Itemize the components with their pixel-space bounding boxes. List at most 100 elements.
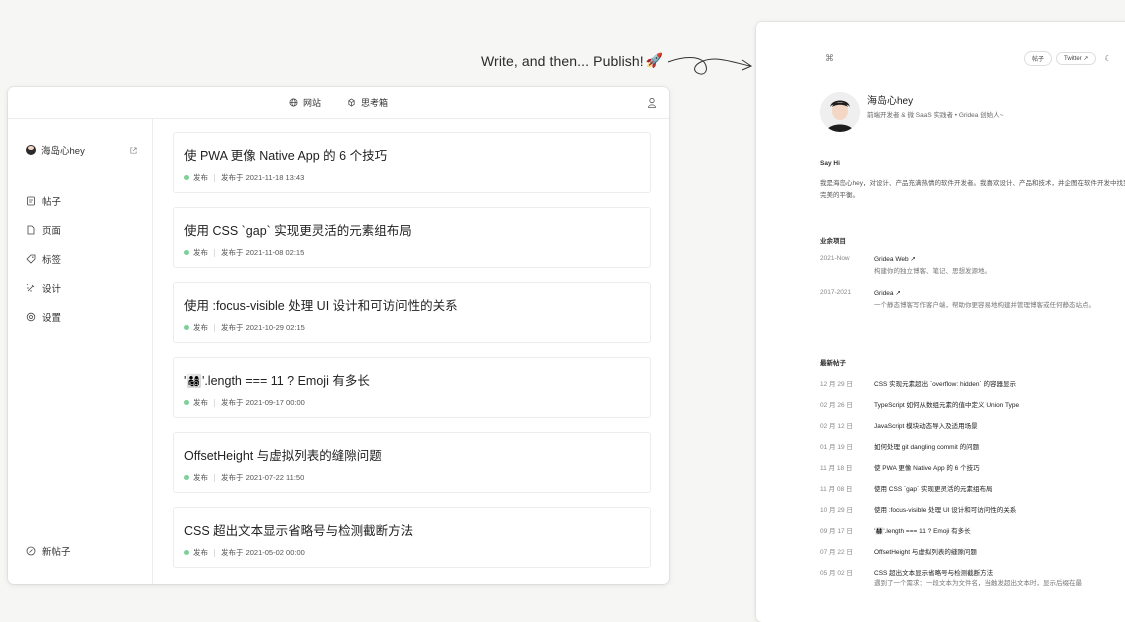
website-label: 网站 — [302, 98, 321, 108]
admin-sidebar: 海岛心hey 帖子 页面 标签 设计 设置 新帖子 — [8, 119, 153, 584]
thinking-box-link[interactable]: 思考箱 — [347, 96, 388, 109]
sidebar-item-label: 标签 — [42, 254, 62, 266]
sidebar-item-label: 设置 — [42, 312, 62, 324]
status-badge: 发布 — [193, 398, 208, 407]
post-date: 发布于 2021-07-22 11:50 — [221, 473, 305, 482]
page-icon — [27, 225, 35, 234]
post-card[interactable]: CSS 超出文本显示省略号与检测截断方法 发布 发布于 2021-05-02 0… — [173, 507, 651, 568]
latest-post-title: OffsetHeight 与虚拟列表的缝隙问题 — [874, 549, 977, 556]
project-desc: 一个静态博客写作客户端，帮助你更容易地构建并管理博客或任何静态站点。 — [874, 302, 1095, 309]
say-hi-heading: Say Hi — [820, 160, 840, 167]
post-date: 发布于 2021-05-02 00:00 — [221, 548, 305, 557]
post-card[interactable]: 使用 CSS `gap` 实现更灵活的元素组布局 发布 发布于 2021-11-… — [173, 207, 651, 268]
admin-window: 网站 思考箱 海岛心hey 帖子 页面 标签 设计 设置 新帖子 使 PWA 更… — [8, 87, 669, 584]
status-badge: 发布 — [193, 173, 208, 182]
latest-post-title: 使 PWA 更像 Native App 的 6 个技巧 — [874, 465, 980, 472]
new-post-label: 新帖子 — [42, 547, 71, 558]
status-badge: 发布 — [193, 473, 208, 482]
post-meta: 发布 发布于 2021-05-02 00:00 — [184, 547, 305, 558]
latest-post-item[interactable]: 07 月 22 日 OffsetHeight 与虚拟列表的缝隙问题 — [820, 546, 1125, 558]
sidebar-item-label: 页面 — [42, 225, 62, 237]
latest-post-date: 05 月 02 日 — [820, 570, 853, 577]
post-meta: 发布 发布于 2021-07-22 11:50 — [184, 472, 304, 483]
design-icon — [26, 283, 35, 292]
post-date: 发布于 2021-10-29 02:15 — [221, 323, 305, 332]
latest-post-item[interactable]: 11 月 08 日 使用 CSS `gap` 实现更灵活的元素组布局 — [820, 483, 1125, 495]
latest-post-date: 07 月 22 日 — [820, 549, 853, 556]
nav-twitter[interactable]: Twitter ↗ — [1056, 52, 1097, 65]
rocket-emoji: 🚀 — [645, 52, 664, 68]
blog-preview: ⌘ 帖子 Twitter ↗ ☾ 海岛心hey 前端开发者 & 微 SaaS 实… — [756, 22, 1125, 622]
status-dot — [184, 175, 189, 180]
logo[interactable]: ⌘ — [825, 53, 834, 64]
post-date: 发布于 2021-11-18 13:43 — [221, 173, 305, 182]
latest-post-date: 12 月 29 日 — [820, 381, 853, 388]
avatar — [26, 145, 36, 155]
status-dot — [184, 250, 189, 255]
sidebar-item-posts[interactable]: 帖子 — [26, 186, 61, 215]
latest-post-item[interactable]: 10 月 29 日 使用 :focus-visible 处理 UI 设计和可访问性… — [820, 504, 1125, 516]
post-card[interactable]: '👨‍👩‍👧‍👦'.length === 11 ? Emoji 有多长 发布 发… — [173, 357, 651, 418]
divider — [214, 173, 215, 182]
latest-post-item[interactable]: 11 月 18 日 使 PWA 更像 Native App 的 6 个技巧 — [820, 462, 1125, 474]
status-dot — [184, 475, 189, 480]
publish-caption: Write, and then... Publish! 🚀 — [481, 52, 663, 69]
avatar-illustration — [820, 92, 860, 132]
sidebar-item-settings[interactable]: 设置 — [26, 302, 61, 331]
say-hi-text: 我是海岛心hey，对设计、产品充满热情的软件开发者。我喜欢设计、产品和技术，并企… — [820, 180, 1125, 199]
sidebar-item-design[interactable]: 设计 — [26, 273, 61, 302]
latest-post-title: 使用 :focus-visible 处理 UI 设计和可访问性的关系 — [874, 507, 1017, 514]
globe-icon — [289, 98, 298, 107]
latest-post-date: 02 月 12 日 — [820, 423, 853, 430]
website-link[interactable]: 网站 — [289, 96, 321, 109]
project-years: 2017-2021 — [820, 289, 852, 296]
latest-post-date: 01 月 19 日 — [820, 444, 853, 451]
project-name: Gridea Web ↗ — [874, 256, 916, 263]
latest-post-title: 使用 CSS `gap` 实现更灵活的元素组布局 — [874, 486, 993, 493]
moon-icon[interactable]: ☾ — [1104, 54, 1111, 63]
post-title: '👨‍👩‍👧‍👦'.length === 11 ? Emoji 有多长 — [184, 374, 370, 388]
edit-icon — [26, 546, 36, 556]
latest-post-date: 02 月 26 日 — [820, 402, 853, 409]
sidebar-item-tags[interactable]: 标签 — [26, 244, 61, 273]
latest-post-title: TypeScript 如何从数组元素的值中定义 Union Type — [874, 402, 1020, 409]
user-icon[interactable] — [647, 97, 657, 108]
tag-icon — [26, 254, 36, 264]
post-title: 使 PWA 更像 Native App 的 6 个技巧 — [184, 149, 388, 163]
post-title: OffsetHeight 与虚拟列表的缝隙问题 — [184, 449, 382, 463]
post-card[interactable]: 使用 :focus-visible 处理 UI 设计和可访问性的关系 发布 发布… — [173, 282, 651, 343]
status-dot — [184, 325, 189, 330]
blog-author-bio: 前端开发者 & 微 SaaS 实践者 • Gridea 创始人~ — [867, 112, 1004, 119]
latest-posts-heading: 最新帖子 — [820, 360, 846, 367]
post-card[interactable]: 使 PWA 更像 Native App 的 6 个技巧 发布 发布于 2021-… — [173, 132, 651, 193]
latest-post-item[interactable]: 02 月 12 日 JavaScript 模块动态导入及适用场景 — [820, 420, 1125, 432]
sidebar-profile[interactable]: 海岛心hey — [26, 143, 138, 157]
status-badge: 发布 — [193, 323, 208, 332]
status-badge: 发布 — [193, 548, 208, 557]
settings-icon — [26, 312, 36, 321]
latest-post-item[interactable]: 12 月 29 日 CSS 实现元素超出 `overflow: hidden` 的… — [820, 378, 1125, 390]
divider — [214, 398, 215, 407]
external-link-icon[interactable] — [129, 146, 138, 155]
project-desc: 构建你的独立博客、笔记、思想发源地。 — [874, 268, 991, 275]
sidebar-item-pages[interactable]: 页面 — [26, 215, 61, 244]
project-name: Gridea ↗ — [874, 290, 901, 297]
post-date: 发布于 2021-09-17 00:00 — [221, 398, 305, 407]
new-post-button[interactable]: 新帖子 — [26, 544, 71, 558]
post-card[interactable]: OffsetHeight 与虚拟列表的缝隙问题 发布 发布于 2021-07-2… — [173, 432, 651, 493]
sidebar-nav: 帖子 页面 标签 设计 设置 — [26, 186, 61, 331]
post-meta: 发布 发布于 2021-11-18 13:43 — [184, 172, 304, 183]
status-dot — [184, 550, 189, 555]
post-meta: 发布 发布于 2021-11-08 02:15 — [184, 247, 304, 258]
projects-heading: 业余项目 — [820, 238, 846, 245]
latest-post-item[interactable]: 09 月 17 日 '👨‍👩‍👧‍👦'.length === 11 ? Emoji… — [820, 525, 1125, 537]
latest-post-title: '👨‍👩‍👧‍👦'.length === 11 ? Emoji 有多长 — [874, 528, 971, 535]
latest-post-item[interactable]: 02 月 26 日 TypeScript 如何从数组元素的值中定义 Union T… — [820, 399, 1125, 411]
thinking-box-label: 思考箱 — [361, 98, 389, 108]
post-title: 使用 :focus-visible 处理 UI 设计和可访问性的关系 — [184, 299, 458, 313]
blog-author-name: 海岛心hey — [867, 96, 914, 107]
latest-post-item[interactable]: 05 月 02 日 CSS 超出文本显示省略号与检测截断方法 遇到了一个需求：一段文… — [820, 567, 1125, 597]
nav-posts[interactable]: 帖子 — [1024, 51, 1053, 66]
latest-post-date: 10 月 29 日 — [820, 507, 853, 514]
latest-post-item[interactable]: 01 月 19 日 如何处理 git dangling commit 的问题 — [820, 441, 1125, 453]
